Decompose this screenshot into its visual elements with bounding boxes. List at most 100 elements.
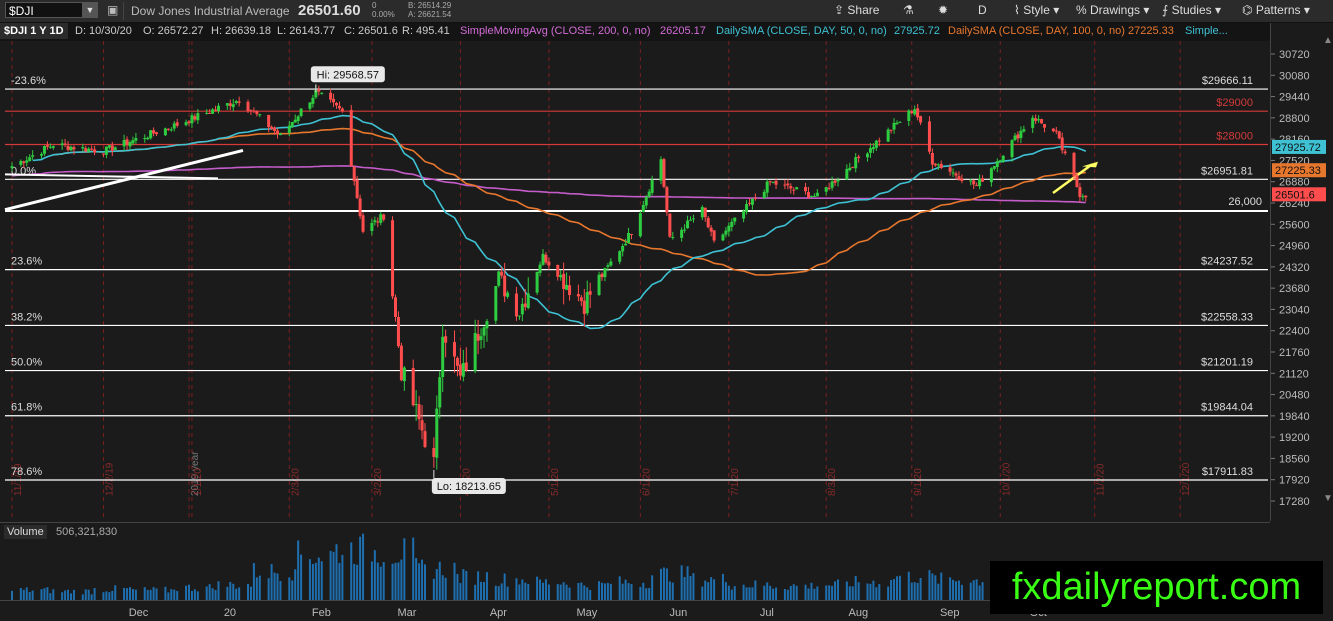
candle-body[interactable] [750, 198, 754, 205]
candle-body[interactable] [273, 127, 277, 131]
candle-body[interactable] [81, 147, 85, 149]
candle-body[interactable] [647, 191, 651, 197]
candle-body[interactable] [503, 275, 507, 297]
candle-body[interactable] [352, 166, 356, 182]
candle-body[interactable] [771, 181, 775, 183]
candle-body[interactable] [916, 108, 920, 118]
candle-body[interactable] [972, 180, 976, 185]
candle-body[interactable] [308, 102, 312, 109]
symbol-dropdown-icon[interactable]: ▼ [82, 2, 98, 18]
candle-body[interactable] [379, 214, 383, 223]
candle-body[interactable] [765, 181, 769, 193]
candle-body[interactable] [337, 105, 341, 109]
share-button[interactable]: ⇪ Share [834, 3, 879, 17]
candle-body[interactable] [506, 292, 510, 297]
candle-body[interactable] [373, 220, 377, 223]
candle-body[interactable] [919, 116, 923, 123]
candle-body[interactable] [960, 178, 964, 182]
candle-body[interactable] [255, 110, 259, 115]
candle-body[interactable] [93, 149, 97, 153]
candle-body[interactable] [588, 291, 592, 295]
sma100-label[interactable]: DailySMA (CLOSE, DAY, 100, 0, no) [948, 25, 1125, 37]
candle-body[interactable] [146, 137, 150, 140]
candle-body[interactable] [854, 157, 858, 169]
candle-body[interactable] [939, 163, 943, 169]
candle-body[interactable] [762, 191, 766, 198]
candle-body[interactable] [576, 294, 580, 297]
candle-body[interactable] [48, 146, 52, 148]
candle-body[interactable] [668, 213, 672, 237]
candle-body[interactable] [700, 207, 704, 218]
candle-body[interactable] [812, 196, 816, 198]
candle-body[interactable] [234, 101, 238, 103]
candle-body[interactable] [579, 297, 583, 302]
candle-body[interactable] [296, 116, 300, 122]
candle-body[interactable] [936, 164, 940, 166]
candle-body[interactable] [621, 246, 625, 252]
candle-body[interactable] [845, 168, 849, 180]
candle-body[interactable] [104, 146, 108, 155]
candle-body[interactable] [455, 357, 459, 366]
candle-body[interactable] [644, 196, 648, 206]
candle-body[interactable] [523, 303, 527, 308]
candle-body[interactable] [432, 447, 436, 457]
candle-body[interactable] [981, 178, 985, 182]
candle-body[interactable] [417, 404, 421, 420]
candle-body[interactable] [414, 404, 418, 406]
candle-body[interactable] [807, 192, 810, 198]
candle-body[interactable] [90, 148, 94, 150]
candle-body[interactable] [597, 274, 601, 295]
candle-body[interactable] [848, 167, 852, 171]
candle-body[interactable] [603, 268, 607, 278]
patterns-button[interactable]: ⌬ Patterns ▾ [1242, 3, 1310, 17]
drawings-button[interactable]: % Drawings ▾ [1076, 3, 1149, 17]
candle-body[interactable] [600, 273, 604, 278]
candle-body[interactable] [332, 98, 336, 103]
candle-body[interactable] [514, 293, 518, 317]
candle-body[interactable] [1019, 130, 1023, 138]
candle-body[interactable] [809, 195, 813, 197]
candle-body[interactable] [786, 183, 790, 186]
candle-body[interactable] [836, 179, 840, 182]
candle-body[interactable] [783, 184, 787, 186]
candle-body[interactable] [60, 143, 64, 146]
candle-body[interactable] [1078, 187, 1082, 197]
candle-body[interactable] [169, 129, 173, 131]
candle-body[interactable] [886, 129, 890, 142]
candle-body[interactable] [228, 103, 232, 107]
candle-body[interactable] [42, 146, 46, 154]
candle-body[interactable] [665, 187, 669, 213]
candle-body[interactable] [355, 179, 359, 198]
candle-body[interactable] [768, 181, 772, 183]
candle-body[interactable] [10, 166, 14, 169]
candle-body[interactable] [868, 148, 872, 153]
candle-body[interactable] [792, 189, 796, 191]
scroll-down-icon[interactable]: ▼ [1323, 493, 1333, 504]
candle-body[interactable] [627, 232, 631, 243]
candle-body[interactable] [535, 271, 539, 293]
candle-body[interactable] [730, 221, 734, 227]
candle-body[interactable] [804, 187, 808, 192]
candle-body[interactable] [237, 101, 241, 103]
candle-body[interactable] [691, 218, 695, 220]
candle-body[interactable] [500, 271, 504, 276]
candle-body[interactable] [857, 156, 861, 158]
candle-body[interactable] [211, 109, 215, 114]
trendline[interactable] [4, 173, 219, 180]
sma50-label[interactable]: DailySMA (CLOSE, DAY, 50, 0, no) [716, 25, 887, 37]
candle-body[interactable] [892, 122, 896, 130]
candle-body[interactable] [246, 101, 250, 112]
candle-body[interactable] [824, 187, 828, 192]
candle-body[interactable] [370, 222, 374, 231]
candle-body[interactable] [441, 336, 445, 378]
candle-body[interactable] [391, 220, 395, 297]
sma200-label[interactable]: SimpleMovingAvg (CLOSE, 200, 0, no) [460, 25, 651, 37]
candle-body[interactable] [815, 192, 819, 197]
studies-button[interactable]: ⨍ Studies ▾ [1162, 3, 1221, 17]
candle-body[interactable] [624, 243, 628, 246]
candle-body[interactable] [252, 110, 256, 112]
candle-body[interactable] [910, 111, 914, 114]
candle-body[interactable] [933, 163, 937, 166]
candle-body[interactable] [721, 234, 725, 241]
timeframe-button[interactable]: D [978, 3, 987, 17]
